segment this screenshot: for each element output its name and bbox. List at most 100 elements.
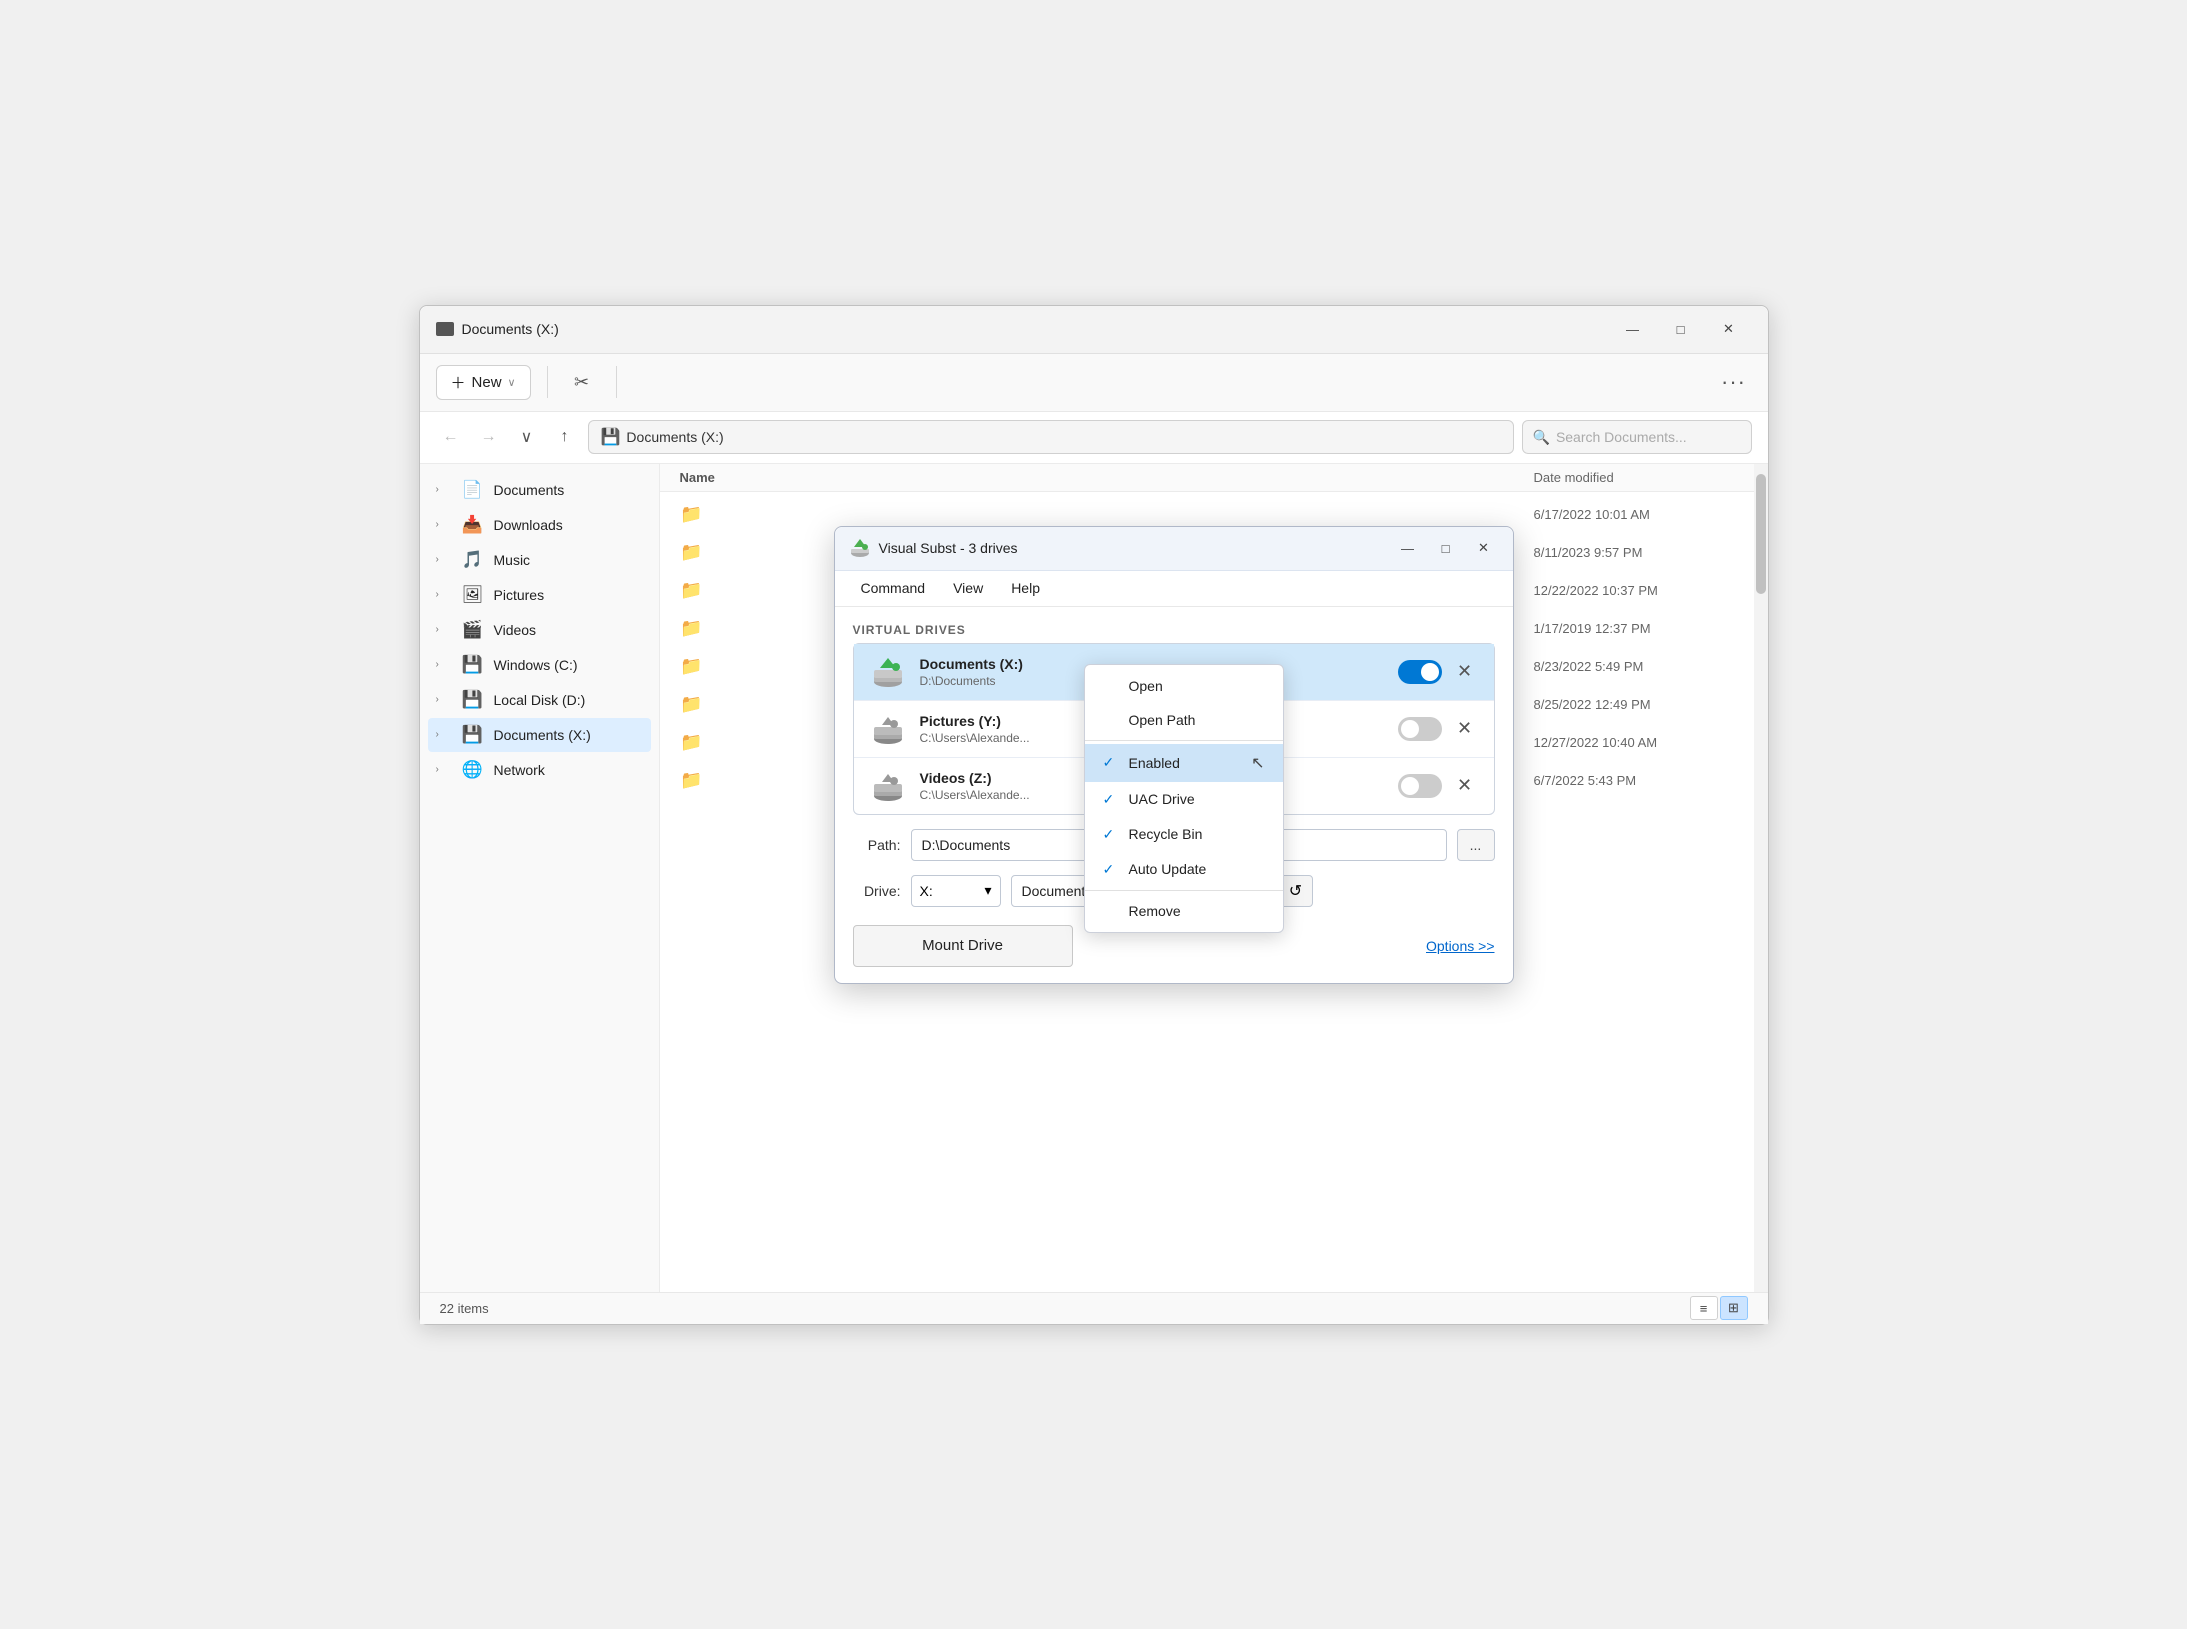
ctx-open-path[interactable]: Open Path [1085, 703, 1283, 737]
sidebar-item-pictures[interactable]: › 🖼 Pictures [428, 578, 651, 612]
main-window: Documents (X:) — □ ✕ ＋ New ∨ ✂ ··· ← → ∨… [419, 305, 1769, 1325]
section-label: VIRTUAL DRIVES [853, 623, 1495, 637]
ctx-uac-label: UAC Drive [1129, 791, 1195, 807]
sidebar-item-label: Local Disk (D:) [494, 692, 635, 708]
drive-y-toggle[interactable] [1398, 717, 1442, 741]
drives-list: Documents (X:) D:\Documents ✕ [853, 643, 1495, 815]
maximize-button[interactable]: □ [1658, 313, 1704, 345]
search-bar[interactable]: 🔍 Search Documents... [1522, 420, 1752, 454]
arrow-icon: › [436, 624, 452, 635]
sidebar-item-documents-x[interactable]: › 💾 Documents (X:) [428, 718, 651, 752]
dropdown-button[interactable]: ∨ [512, 422, 542, 452]
file-icon: 📁 [680, 655, 704, 679]
close-button[interactable]: ✕ [1706, 313, 1752, 345]
dialog-body: VIRTUAL DRIVES [835, 607, 1513, 983]
sidebar-item-label: Windows (C:) [494, 657, 635, 673]
cursor-icon: ↖ [1251, 753, 1264, 773]
ctx-enabled[interactable]: ✓ Enabled ↖ [1085, 744, 1283, 782]
scrollbar-thumb[interactable] [1756, 474, 1766, 594]
drive-z-icon [870, 768, 906, 804]
sidebar-item-downloads[interactable]: › 📥 Downloads [428, 508, 651, 542]
vertical-scrollbar[interactable] [1754, 464, 1768, 1292]
window-icon [436, 322, 454, 336]
list-view-button[interactable]: ≡ [1690, 1296, 1718, 1320]
drive-z-remove[interactable]: ✕ [1452, 773, 1478, 799]
forward-button[interactable]: → [474, 422, 504, 452]
refresh-button[interactable]: ↺ [1279, 875, 1313, 907]
file-date: 12/27/2022 10:40 AM [1534, 735, 1734, 750]
downloads-icon: 📥 [462, 514, 484, 536]
ctx-remove-label: Remove [1129, 903, 1181, 919]
title-bar: Documents (X:) — □ ✕ [420, 306, 1768, 354]
sidebar: › 📄 Documents › 📥 Downloads › 🎵 Music › … [420, 464, 660, 1292]
ctx-recycle-bin[interactable]: ✓ Recycle Bin [1085, 817, 1283, 852]
more-options-button[interactable]: ··· [1716, 364, 1752, 400]
plus-icon: ＋ [451, 372, 466, 393]
dialog-minimize-button[interactable]: — [1393, 535, 1423, 561]
sidebar-item-label: Documents (X:) [494, 727, 635, 743]
sidebar-item-label: Music [494, 552, 635, 568]
sidebar-item-label: Documents [494, 482, 635, 498]
col-name: Name [680, 470, 1534, 485]
new-button[interactable]: ＋ New ∨ [436, 365, 531, 400]
window-title: Documents (X:) [462, 321, 559, 337]
chevron-down-icon: ▾ [984, 882, 991, 899]
drive-label: Drive: [853, 883, 901, 899]
dialog-title: Visual Subst - 3 drives [879, 540, 1385, 556]
sidebar-item-local-disk-d[interactable]: › 💾 Local Disk (D:) [428, 683, 651, 717]
drive-x-toggle[interactable] [1398, 660, 1442, 684]
ctx-recycle-label: Recycle Bin [1129, 826, 1203, 842]
address-bar[interactable]: 💾 Documents (X:) [588, 420, 1514, 454]
back-button[interactable]: ← [436, 422, 466, 452]
menu-command[interactable]: Command [849, 576, 938, 600]
ctx-open[interactable]: Open [1085, 669, 1283, 703]
sidebar-item-windows-c[interactable]: › 💾 Windows (C:) [428, 648, 651, 682]
minimize-button[interactable]: — [1610, 313, 1656, 345]
sidebar-item-network[interactable]: › 🌐 Network [428, 753, 651, 787]
col-date: Date modified [1534, 470, 1734, 485]
path-browse-button[interactable]: ... [1457, 829, 1495, 861]
ctx-remove[interactable]: Remove [1085, 894, 1283, 928]
drive-d-icon: 💾 [462, 689, 484, 711]
cut-button[interactable]: ✂ [564, 364, 600, 400]
sidebar-item-videos[interactable]: › 🎬 Videos [428, 613, 651, 647]
drive-item-x[interactable]: Documents (X:) D:\Documents ✕ [854, 644, 1494, 701]
sidebar-item-music[interactable]: › 🎵 Music [428, 543, 651, 577]
dialog-maximize-button[interactable]: □ [1431, 535, 1461, 561]
dialog-close-button[interactable]: ✕ [1469, 535, 1499, 561]
ctx-open-path-label: Open Path [1129, 712, 1196, 728]
status-bar: 22 items ≡ ⊞ [420, 1292, 1768, 1324]
file-date: 8/23/2022 5:49 PM [1534, 659, 1734, 674]
check-icon: ✓ [1103, 754, 1121, 771]
drive-x-controls: ✕ [1398, 659, 1478, 685]
options-link[interactable]: Options >> [1426, 938, 1495, 954]
drive-z-toggle[interactable] [1398, 774, 1442, 798]
music-icon: 🎵 [462, 549, 484, 571]
videos-icon: 🎬 [462, 619, 484, 641]
drive-y-remove[interactable]: ✕ [1452, 716, 1478, 742]
arrow-icon: › [436, 729, 452, 740]
file-icon: 📁 [680, 693, 704, 717]
ctx-auto-update-label: Auto Update [1129, 861, 1207, 877]
mount-drive-button[interactable]: Mount Drive [853, 925, 1073, 967]
menu-view[interactable]: View [941, 576, 995, 600]
dialog-title-bar: Visual Subst - 3 drives — □ ✕ [835, 527, 1513, 571]
file-date: 8/11/2023 9:57 PM [1534, 545, 1734, 560]
sidebar-item-label: Downloads [494, 517, 635, 533]
drive-select[interactable]: X: ▾ [911, 875, 1001, 907]
check-icon: ✓ [1103, 861, 1121, 878]
file-icon: 📁 [680, 579, 704, 603]
up-button[interactable]: ↑ [550, 422, 580, 452]
file-icon: 📁 [680, 617, 704, 641]
sidebar-item-documents[interactable]: › 📄 Documents [428, 473, 651, 507]
ctx-uac-drive[interactable]: ✓ UAC Drive [1085, 782, 1283, 817]
grid-view-button[interactable]: ⊞ [1720, 1296, 1748, 1320]
search-placeholder: Search Documents... [1556, 429, 1687, 445]
ctx-auto-update[interactable]: ✓ Auto Update [1085, 852, 1283, 887]
drive-x-remove[interactable]: ✕ [1452, 659, 1478, 685]
menu-help[interactable]: Help [999, 576, 1052, 600]
context-menu: Open Open Path ✓ Enabled [1084, 664, 1284, 933]
new-chevron-icon: ∨ [508, 376, 516, 389]
ctx-enabled-label: Enabled [1129, 755, 1180, 771]
title-bar-left: Documents (X:) [436, 321, 559, 337]
